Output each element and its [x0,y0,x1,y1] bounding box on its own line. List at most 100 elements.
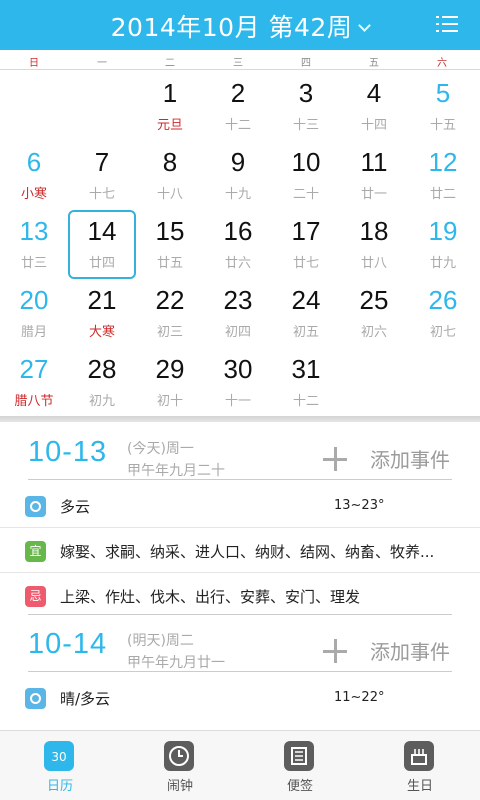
calendar-day[interactable]: 15 廿五 [136,210,204,279]
day-number: 19 [428,216,458,246]
day-card-today: 10-13 (今天)周一 甲午年九月二十 添加事件 多云 13~23° 宜 嫁娶… [0,422,480,616]
month-week-title: 2014年10月 第42周 [110,13,353,42]
calendar-day[interactable]: 29 初十 [136,348,204,417]
calendar-day[interactable]: 13 廿三 [0,210,68,279]
add-event-button[interactable]: 添加事件 [370,636,450,665]
calendar-day[interactable]: 16 廿六 [204,210,272,279]
calendar-day[interactable]: 5 十五 [409,72,477,141]
sun-icon [25,688,46,709]
day-number: 31 [291,354,321,384]
tab-label: 生日 [406,779,433,794]
sun-icon [25,496,46,517]
calendar-day[interactable]: 1 元旦 [136,72,204,141]
lunar-label: 小寒 [20,187,47,202]
calendar-day[interactable]: 17 廿七 [272,210,340,279]
day-lunar-date: 甲午年九月廿一 [127,655,225,671]
plus-icon[interactable] [323,447,347,471]
lunar-label: 廿二 [429,187,456,202]
tab-notes[interactable]: 便签 [240,731,360,800]
weekday-label: 日 [29,58,39,69]
weekday-label: 六 [437,58,447,69]
lunar-label: 初七 [429,325,456,340]
day-number: 21 [87,285,117,315]
good-for-text: 嫁娶、求嗣、纳采、进人口、纳财、结网、纳畜、牧养... [60,543,435,561]
calendar-day[interactable]: 31 十二 [272,348,340,417]
weather-temp: 13~23° [334,498,385,513]
lunar-label: 十四 [360,118,387,133]
add-event-button[interactable]: 添加事件 [370,444,450,473]
day-number: 2 [230,78,246,108]
calendar-day[interactable]: 4 十四 [340,72,408,141]
calendar-day[interactable]: 11 廿一 [340,141,408,210]
calendar-day[interactable]: 21 大寒 [68,279,136,348]
calendar-day[interactable]: 24 初五 [272,279,340,348]
day-number: 15 [155,216,185,246]
calendar-day[interactable]: 27 腊八节 [0,348,68,417]
calendar-day[interactable]: 2 十二 [204,72,272,141]
calendar-day[interactable]: 9 十九 [204,141,272,210]
lunar-label: 十二 [224,118,251,133]
calendar-day[interactable]: 28 初九 [68,348,136,417]
day-number: 29 [155,354,185,384]
lunar-label: 廿八 [360,256,387,271]
weekday-label: 二 [165,58,175,69]
lunar-label: 初十 [156,394,183,409]
day-number: 11 [360,147,388,177]
calendar-day[interactable]: 25 初六 [340,279,408,348]
day-card-tomorrow: 10-14 (明天)周二 甲午年九月廿一 添加事件 晴/多云 11~22° [0,614,480,730]
lunar-label: 十七 [88,187,115,202]
day-relative: (明天)周二 [127,633,194,649]
calendar-day[interactable]: 8 十八 [136,141,204,210]
month-week-selector[interactable]: 2014年10月 第42周 [0,8,480,44]
calendar-day[interactable]: 3 十三 [272,72,340,141]
weekday-label: 三 [233,58,243,69]
calendar-day[interactable]: 19 廿九 [409,210,477,279]
cake-icon [404,741,434,771]
tab-alarm[interactable]: 闹钟 [120,731,240,800]
weekday-label: 四 [301,58,311,69]
tab-birthday[interactable]: 生日 [360,731,480,800]
weather-row[interactable]: 晴/多云 11~22° [0,678,480,720]
lunar-label: 二十 [292,187,319,202]
day-number: 7 [94,147,110,177]
plus-icon[interactable] [323,639,347,663]
calendar-day[interactable]: 18 廿八 [340,210,408,279]
menu-icon[interactable] [436,15,458,33]
good-for-row[interactable]: 宜 嫁娶、求嗣、纳采、进人口、纳财、结网、纳畜、牧养... [0,531,480,573]
day-number: 1 [162,78,178,108]
day-number: 28 [87,354,117,384]
calendar-day[interactable]: 22 初三 [136,279,204,348]
day-number: 17 [291,216,321,246]
calendar-day[interactable]: 7 十七 [68,141,136,210]
calendar-day[interactable]: 23 初四 [204,279,272,348]
lunar-label: 初九 [88,394,115,409]
day-number: 12 [428,147,458,177]
day-number: 3 [298,78,314,108]
calendar-day[interactable]: 10 二十 [272,141,340,210]
calendar-day[interactable]: 12 廿二 [409,141,477,210]
weather-text: 多云 [60,498,91,516]
day-number: 14 [87,216,117,246]
calendar-day[interactable]: 14 廿四 [68,210,136,279]
calendar-icon: 30 [44,741,74,771]
day-lunar-date: 甲午年九月二十 [127,463,225,479]
calendar-day[interactable]: 26 初七 [409,279,477,348]
clock-icon [164,741,194,771]
avoid-row[interactable]: 忌 上梁、作灶、伐木、出行、安葬、安门、理发 [0,576,480,618]
weekday-label: 五 [369,58,379,69]
calendar-day[interactable]: 30 十一 [204,348,272,417]
calendar-day[interactable]: 20 腊月 [0,279,68,348]
day-number: 4 [366,78,382,108]
lunar-label: 廿三 [20,256,47,271]
lunar-label: 十一 [224,394,251,409]
app-header: 2014年10月 第42周 [0,0,480,50]
day-number: 27 [19,354,49,384]
day-number: 26 [428,285,458,315]
weather-row[interactable]: 多云 13~23° [0,486,480,528]
lunar-label: 腊月 [20,325,47,340]
day-number: 25 [359,285,389,315]
divider [28,479,452,480]
calendar-day[interactable]: 6 小寒 [0,141,68,210]
tab-calendar[interactable]: 30 日历 [0,731,120,800]
chevron-down-icon [358,19,372,32]
